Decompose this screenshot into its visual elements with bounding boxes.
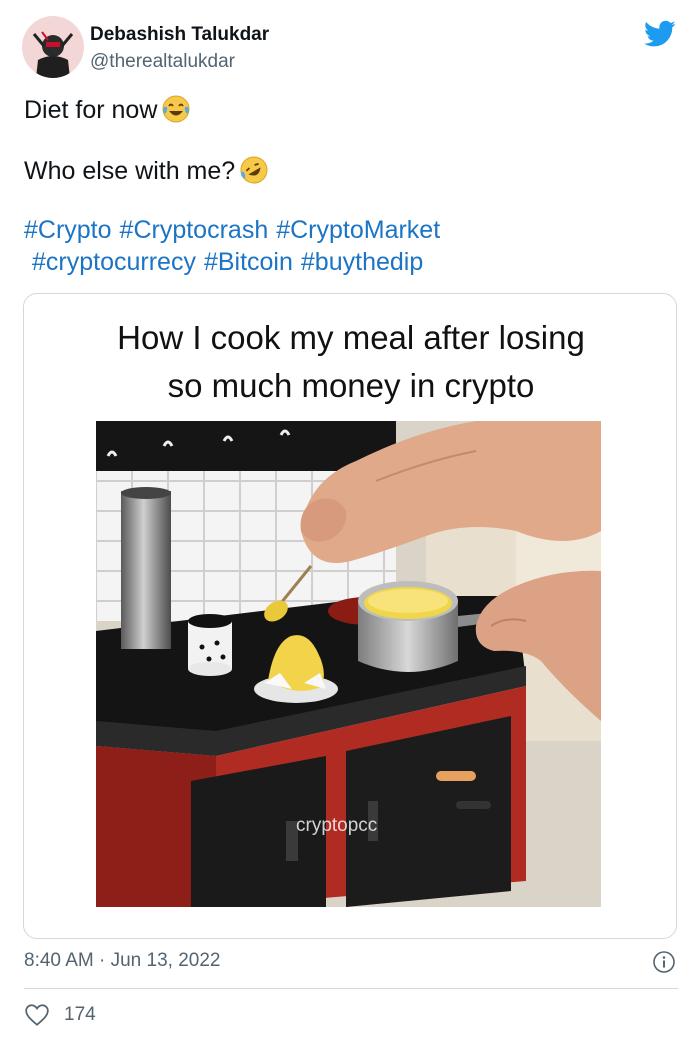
hashtag-link[interactable]: #Bitcoin	[204, 248, 293, 276]
divider	[24, 988, 678, 989]
heart-icon[interactable]	[24, 1002, 50, 1028]
twitter-bird-icon[interactable]	[644, 20, 676, 48]
media-card[interactable]: How I cook my meal after losing so much …	[23, 293, 677, 939]
rolling-on-floor-laughing-emoji	[240, 156, 268, 184]
hashtag-link[interactable]: #CryptoMarket	[276, 216, 440, 244]
author-handle[interactable]: @therealtalukdar	[90, 51, 235, 73]
avatar[interactable]	[22, 16, 84, 78]
hashtag-link[interactable]: #Crypto	[24, 216, 112, 244]
watermark-text: cryptopcc	[296, 815, 377, 836]
info-icon[interactable]	[652, 950, 676, 974]
hashtag-link[interactable]: #Cryptocrash	[120, 216, 269, 244]
meme-caption-line1: How I cook my meal after losing	[117, 319, 585, 356]
hashtag-link[interactable]: #cryptocurrecy	[32, 248, 196, 276]
face-with-tears-of-joy-emoji	[162, 95, 190, 123]
tweet-text-line1: Diet for now	[24, 94, 191, 125]
tweet-text-1: Diet for now	[24, 96, 158, 124]
meme-photo[interactable]: cryptopcc	[96, 421, 601, 907]
meme-caption-line2: so much money in crypto	[167, 367, 535, 404]
meme-caption: How I cook my meal after losing so much …	[24, 314, 676, 410]
author-name[interactable]: Debashish Talukdar	[90, 24, 269, 46]
tweet-header: Debashish Talukdar @therealtalukdar	[22, 16, 678, 80]
hashtags-row2: #cryptocurrecy #Bitcoin #buythedip	[32, 248, 431, 277]
tweet-card: Debashish Talukdar @therealtalukdar Diet…	[0, 0, 700, 1041]
hashtags-row1: #Crypto #Cryptocrash #CryptoMarket	[24, 216, 448, 245]
like-action[interactable]: 174	[24, 1002, 96, 1028]
tweet-text-line2: Who else with me?	[24, 155, 269, 186]
tweet-timestamp[interactable]: 8:40 AM · Jun 13, 2022	[24, 950, 220, 972]
tweet-text-2: Who else with me?	[24, 157, 236, 185]
like-count: 174	[64, 1004, 96, 1025]
hashtag-link[interactable]: #buythedip	[301, 248, 423, 276]
